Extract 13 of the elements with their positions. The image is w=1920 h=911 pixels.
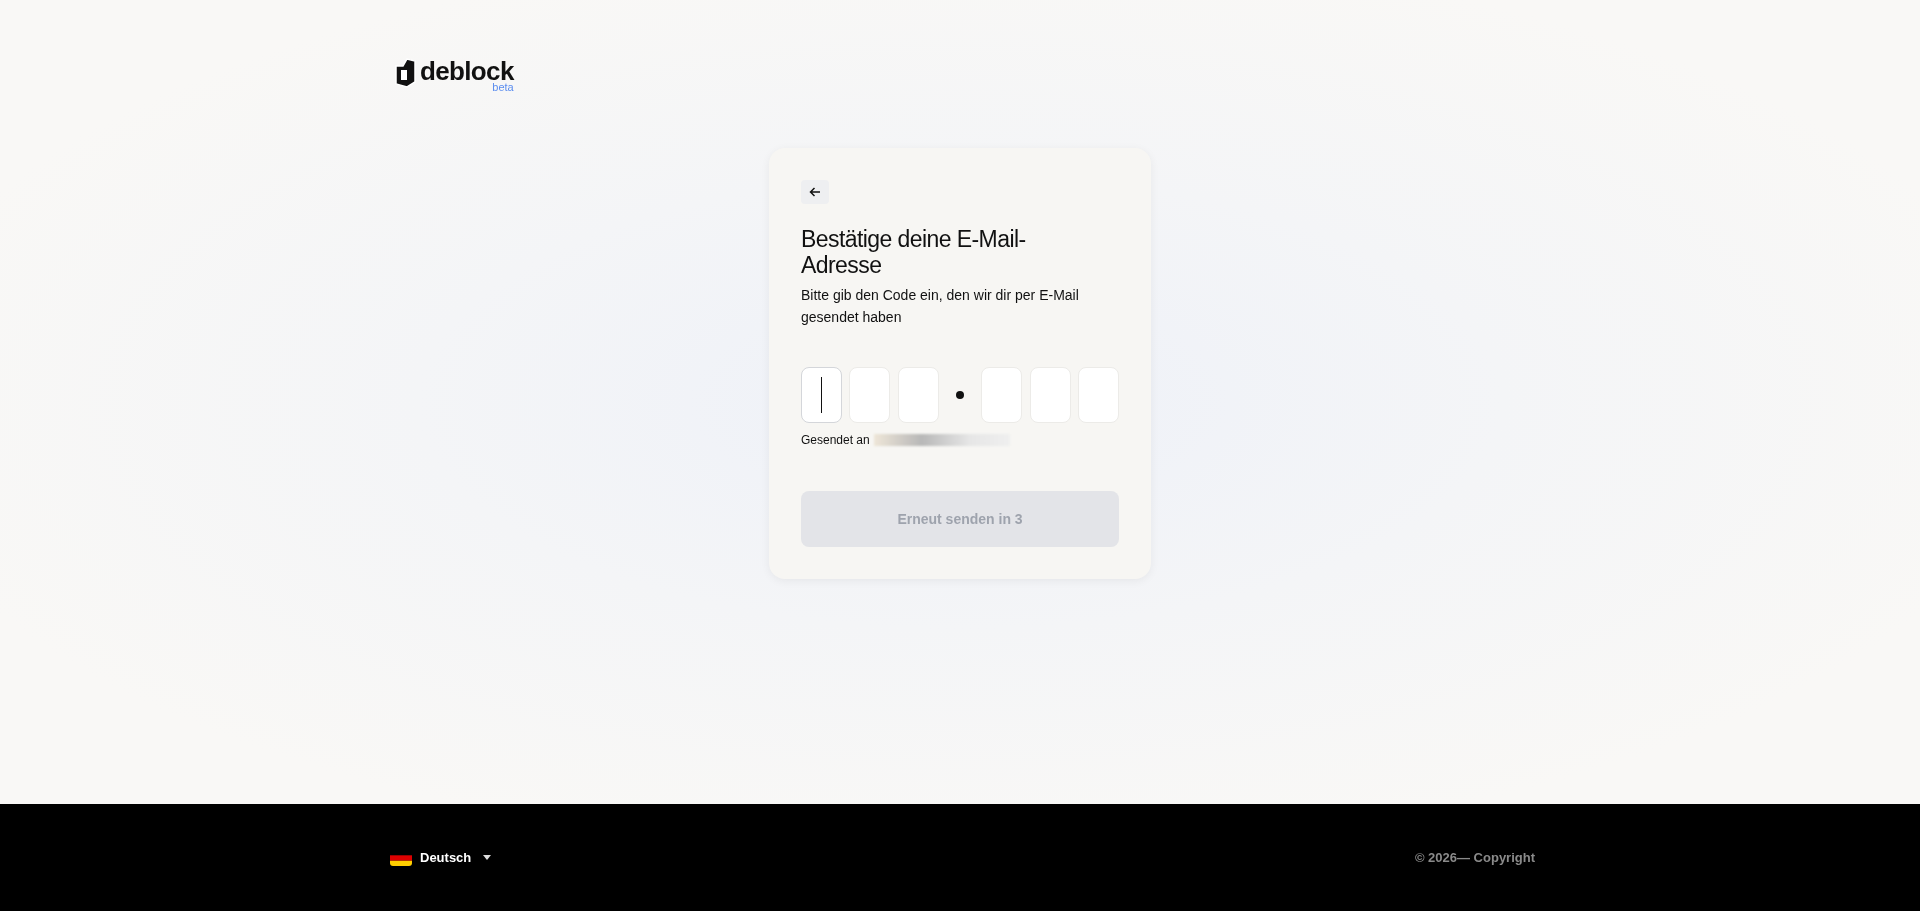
beta-label: beta [492, 82, 514, 93]
back-button[interactable] [801, 180, 829, 204]
language-selector[interactable]: Deutsch [390, 847, 492, 868]
code-digit-field[interactable] [801, 367, 842, 423]
card-subtitle: Bitte gib den Code ein, den wir dir per E-Mail gesendet haben [801, 286, 1080, 327]
text-cursor [821, 377, 822, 413]
sent-to-label: Gesendet an [801, 432, 870, 449]
copyright-text: © 2026— Copyright [1414, 848, 1535, 867]
caret-icon [483, 855, 492, 860]
card-title: Bestätige deine E-Mail-Adresse [801, 226, 1027, 278]
logo-icon [393, 58, 417, 88]
logo-text: deblock [420, 58, 514, 84]
back-arrow-icon [809, 186, 821, 198]
